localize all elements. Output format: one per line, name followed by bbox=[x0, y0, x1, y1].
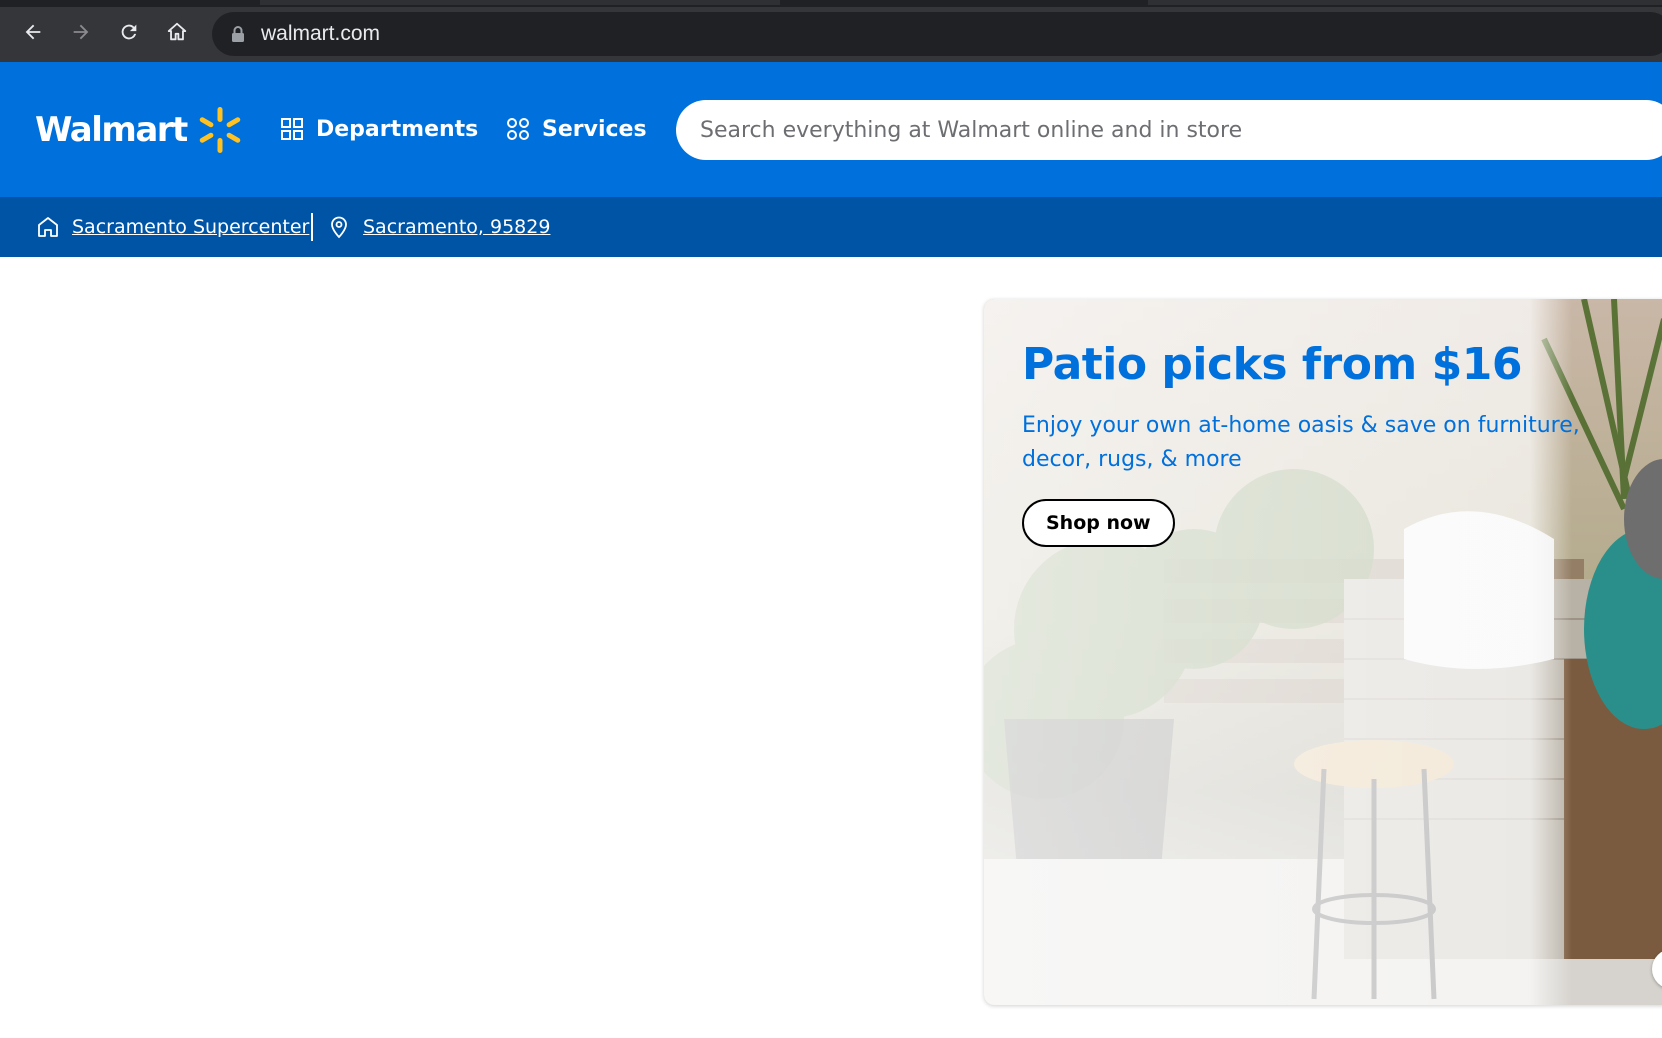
search-input[interactable] bbox=[700, 100, 1640, 160]
walmart-logo[interactable]: Walmart bbox=[35, 100, 245, 160]
browser-tab[interactable] bbox=[1148, 0, 1662, 5]
services-icon bbox=[507, 118, 529, 140]
store-name[interactable]: Sacramento Supercenter bbox=[72, 216, 309, 238]
store-home-icon bbox=[38, 217, 58, 237]
hero-subtitle: Enjoy your own at-home oasis & save on f… bbox=[1022, 413, 1580, 472]
departments-button[interactable]: Departments bbox=[280, 112, 478, 146]
shop-now-button[interactable]: Shop now bbox=[1022, 499, 1175, 547]
location-pin-icon bbox=[331, 216, 347, 239]
hero-title: Patio picks from $16 bbox=[1022, 339, 1522, 390]
patio-hero-banner[interactable]: Patio picks from $16 Enjoy your own at-h… bbox=[984, 299, 1662, 1005]
reload-icon[interactable] bbox=[114, 17, 144, 47]
services-button[interactable]: Services bbox=[506, 112, 647, 146]
grid-icon bbox=[281, 118, 303, 140]
location-bar: Sacramento Supercenter Sacramento, 95829 bbox=[0, 197, 1662, 257]
home-icon[interactable] bbox=[162, 17, 192, 47]
tab-strip bbox=[0, 0, 1662, 7]
patio-scene-image bbox=[984, 299, 1662, 1005]
store-link[interactable]: Sacramento Supercenter bbox=[36, 215, 309, 239]
back-arrow-icon[interactable] bbox=[18, 17, 48, 47]
zip-link[interactable]: Sacramento, 95829 bbox=[327, 215, 550, 239]
browser-toolbar: walmart.com bbox=[0, 0, 1662, 62]
departments-label: Departments bbox=[316, 116, 479, 142]
browser-tab[interactable] bbox=[260, 0, 780, 5]
logo-text: Walmart bbox=[35, 110, 188, 150]
lock-icon[interactable] bbox=[230, 25, 246, 43]
zip-text[interactable]: Sacramento, 95829 bbox=[363, 216, 550, 238]
search-bar[interactable] bbox=[676, 100, 1662, 160]
services-label: Services bbox=[542, 116, 647, 142]
divider bbox=[311, 213, 313, 241]
site-header: Walmart Departments Services Search ever… bbox=[0, 62, 1662, 197]
address-bar[interactable]: walmart.com bbox=[212, 12, 1662, 56]
spark-icon bbox=[199, 107, 241, 153]
forward-arrow-icon[interactable] bbox=[66, 17, 96, 47]
url-text[interactable]: walmart.com bbox=[261, 22, 380, 46]
